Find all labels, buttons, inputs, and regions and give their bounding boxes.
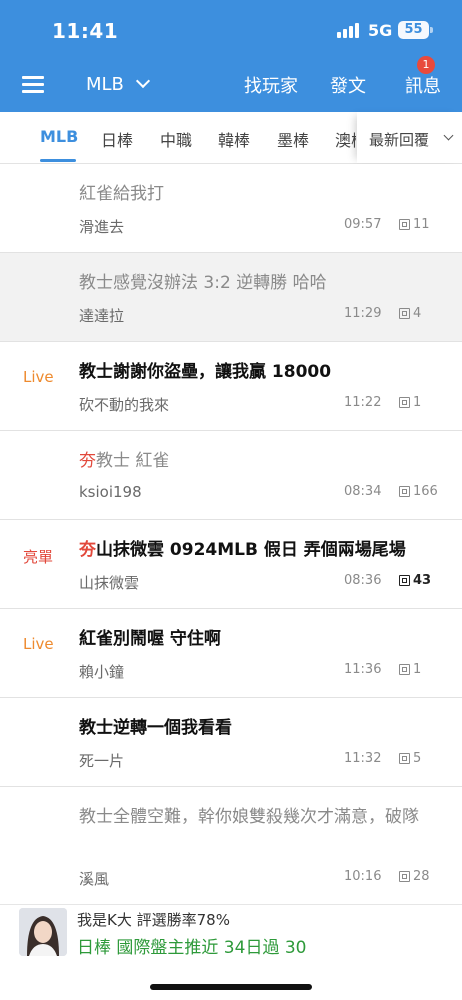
post-author: 山抹微雲 [79,574,140,592]
list-item[interactable]: 紅雀給我打 滑進去 09:57 11 [0,164,462,253]
reply-count: 1 [399,662,421,677]
reply-icon [399,575,410,586]
reply-count-value: 1 [413,662,422,677]
promo-headline: 我是K大 評選勝率78% [77,911,230,929]
tab-mlb[interactable]: MLB [40,127,78,146]
list-item[interactable]: Live 紅雀別鬧喔 守住啊 賴小鐘 11:36 1 [0,609,462,698]
reply-count: 43 [399,573,431,588]
post-time: 11:22 [344,395,382,410]
tab-npb[interactable]: 日棒 [101,127,133,151]
reply-icon [399,219,410,230]
hot-prefix: 夯 [79,540,96,560]
bet-slip-tag: 亮單 [23,548,54,566]
message-count-badge: 1 [417,56,435,74]
reply-icon [399,486,410,497]
chevron-down-icon [443,130,454,141]
list-item[interactable]: 夯教士 紅雀 ksioi198 08:34 166 [0,431,462,520]
reply-count-value: 28 [413,869,430,884]
sort-label: 最新回覆 [369,131,430,149]
post-time: 08:36 [344,573,382,588]
signal-icon [337,22,361,38]
list-item[interactable]: 亮單 夯山抹微雲 0924MLB 假日 弄個兩場尾場 山抹微雲 08:36 43 [0,520,462,609]
app-header: 11:41 5G 55 MLB 找玩家 發文 訊息 1 [0,0,462,112]
post-author: 死一片 [79,752,125,770]
nav-bar: MLB 找玩家 發文 訊息 [0,56,462,112]
league-tabs: MLB 日棒 中職 韓棒 墨棒 澳棒 最新回覆 [0,112,462,164]
post-title-text: 教士 紅雀 [96,451,170,471]
active-tab-indicator [40,159,76,162]
post-title: 教士全體空難，幹你娘雙殺幾次才滿意，破隊 [79,807,419,827]
status-bar: 11:41 5G 55 [0,0,462,56]
tab-abl[interactable]: 澳棒 [335,127,356,151]
post-time: 10:16 [344,869,382,884]
league-label: MLB [86,73,124,95]
reply-count-value: 43 [413,573,432,588]
post-button[interactable]: 發文 [330,72,366,98]
post-title: 紅雀給我打 [79,184,164,204]
battery-tip [430,27,433,33]
reply-count-value: 1 [413,395,422,410]
list-item[interactable]: 教士全體空難，幹你娘雙殺幾次才滿意，破隊 溪風 10:16 28 [0,787,462,905]
tab-strip: MLB 日棒 中職 韓棒 墨棒 澳棒 [0,112,356,164]
post-title: 紅雀別鬧喔 守住啊 [79,629,221,649]
post-title: 教士感覺沒辦法 3:2 逆轉勝 哈哈 [79,273,327,293]
post-time: 08:34 [344,484,382,499]
list-item[interactable]: 教士感覺沒辦法 3:2 逆轉勝 哈哈 達達拉 11:29 4 [0,253,462,342]
post-author: 溪風 [79,870,110,888]
reply-count-value: 5 [413,751,422,766]
post-author: 達達拉 [79,307,125,325]
post-author: ksioi198 [79,483,142,501]
reply-icon [399,871,410,882]
reply-icon [399,753,410,764]
tab-kbo[interactable]: 韓棒 [218,127,250,151]
chevron-down-icon [135,73,150,89]
hot-prefix: 夯 [79,451,96,471]
live-tag: Live [23,368,54,386]
post-title: 教士謝謝你盜壘，讓我贏 18000 [79,362,332,382]
reply-icon [399,308,410,319]
live-tag: Live [23,635,54,653]
avatar-portrait-icon [19,908,67,956]
hamburger-menu-icon[interactable] [22,76,44,93]
home-indicator [150,984,312,990]
league-dropdown[interactable]: MLB [86,72,150,96]
post-title: 夯山抹微雲 0924MLB 假日 弄個兩場尾場 [79,538,451,562]
list-item[interactable]: Live 教士謝謝你盜壘，讓我贏 18000 砍不動的我來 11:22 1 [0,342,462,431]
reply-count: 28 [399,869,430,884]
post-time: 09:57 [344,217,382,232]
reply-count-value: 4 [413,306,422,321]
tab-lmb[interactable]: 墨棒 [277,127,309,151]
reply-count-value: 11 [413,217,430,232]
reply-count: 4 [399,306,421,321]
reply-icon [399,397,410,408]
list-item[interactable]: 教士逆轉一個我看看 死一片 11:32 5 [0,698,462,787]
tab-cpbl[interactable]: 中職 [160,127,192,151]
reply-count-value: 166 [413,484,438,499]
messages-link[interactable]: 訊息 [405,72,441,98]
post-author: 滑進去 [79,218,125,236]
promo-subline: 日棒 國際盤主推近 34日過 30 [77,938,307,958]
post-title-text: 山抹微雲 0924MLB 假日 弄個兩場尾場 [96,540,406,560]
post-title: 教士逆轉一個我看看 [79,718,232,738]
status-time: 11:41 [52,19,119,43]
post-list: 紅雀給我打 滑進去 09:57 11 教士感覺沒辦法 3:2 逆轉勝 哈哈 達達… [0,164,462,905]
post-title: 夯教士 紅雀 [79,449,451,473]
post-author: 賴小鐘 [79,663,125,681]
avatar [19,908,67,956]
find-players-link[interactable]: 找玩家 [244,72,298,98]
network-label: 5G [368,21,393,40]
battery-icon: 55 [398,21,429,39]
post-time: 11:29 [344,306,382,321]
post-time: 11:36 [344,662,382,677]
reply-count: 1 [399,395,421,410]
reply-count: 5 [399,751,421,766]
post-author: 砍不動的我來 [79,396,170,414]
post-time: 11:32 [344,751,382,766]
reply-icon [399,664,410,675]
sort-dropdown[interactable]: 最新回覆 [357,112,462,163]
reply-count: 166 [399,484,438,499]
reply-count: 11 [399,217,430,232]
